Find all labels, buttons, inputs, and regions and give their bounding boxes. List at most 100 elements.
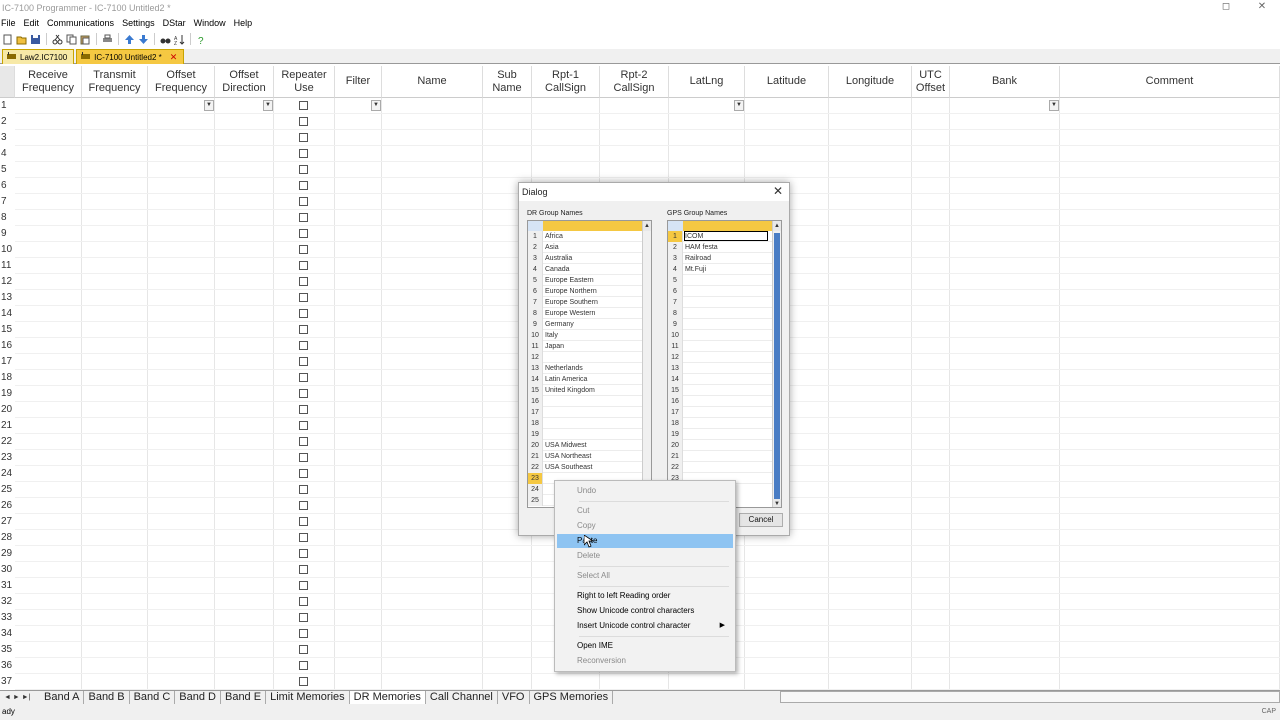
sheet-tab-band-d[interactable]: Band D: [175, 691, 221, 704]
repeater-use-checkbox[interactable]: [299, 421, 308, 430]
column-header[interactable]: Rpt-1 CallSign: [532, 66, 600, 98]
new-icon[interactable]: [2, 34, 13, 45]
column-header[interactable]: Transmit Frequency: [82, 66, 148, 98]
repeater-use-checkbox[interactable]: [299, 357, 308, 366]
column-header[interactable]: Name: [382, 66, 483, 98]
list-item[interactable]: 8: [668, 308, 781, 319]
sheet-tab-band-e[interactable]: Band E: [221, 691, 267, 704]
menu-help[interactable]: Help: [233, 16, 258, 30]
list-item[interactable]: 1 Africa: [528, 231, 651, 242]
list-item[interactable]: 5 Europe Eastern: [528, 275, 651, 286]
sheet-tab-band-a[interactable]: Band A: [40, 691, 85, 704]
repeater-use-checkbox[interactable]: [299, 293, 308, 302]
list-item[interactable]: 2 Asia: [528, 242, 651, 253]
repeater-use-checkbox[interactable]: [299, 309, 308, 318]
close-icon[interactable]: ✕: [773, 184, 783, 198]
horizontal-scrollbar[interactable]: [780, 691, 1280, 703]
repeater-use-checkbox[interactable]: [299, 469, 308, 478]
sheet-tab-limit-memories[interactable]: Limit Memories: [266, 691, 350, 704]
list-item[interactable]: 10: [668, 330, 781, 341]
column-header[interactable]: Rpt-2 CallSign: [600, 66, 669, 98]
restore-icon[interactable]: ◻: [1208, 0, 1244, 16]
help-icon[interactable]: ?: [196, 34, 207, 47]
close-tab-icon[interactable]: ✕: [170, 52, 178, 63]
list-item[interactable]: 5: [668, 275, 781, 286]
chevron-down-icon[interactable]: ▼: [263, 100, 273, 111]
list-item[interactable]: 11: [668, 341, 781, 352]
column-header[interactable]: Repeater Use: [274, 66, 335, 98]
list-item[interactable]: 7: [668, 297, 781, 308]
list-item[interactable]: 8 Europe Western: [528, 308, 651, 319]
list-item[interactable]: 18: [668, 418, 781, 429]
list-item[interactable]: 6 Europe Northern: [528, 286, 651, 297]
chevron-down-icon[interactable]: ▼: [204, 100, 214, 111]
list-item[interactable]: 9: [668, 319, 781, 330]
dr-group-list[interactable]: 1 Africa 2 Asia 3 Australia 4 Canada 5 Europe Eas…: [527, 220, 652, 508]
list-item[interactable]: 12: [668, 352, 781, 363]
save-icon[interactable]: [30, 34, 41, 45]
scroll-down-icon[interactable]: ▼: [773, 499, 781, 507]
list-item[interactable]: 3 Railroad: [668, 253, 781, 264]
list-item[interactable]: 2 HAM festa: [668, 242, 781, 253]
gps-group-list[interactable]: 1 ICOM 2 HAM festa 3 Railroad 4 Mt.Fuji 5 6 7 8 9 10 1…: [667, 220, 782, 508]
move-down-icon[interactable]: [138, 34, 149, 45]
list-item[interactable]: 13: [668, 363, 781, 374]
repeater-use-checkbox[interactable]: [299, 181, 308, 190]
column-header[interactable]: Offset Frequency: [148, 66, 215, 98]
list-item[interactable]: 10 Italy: [528, 330, 651, 341]
list-item[interactable]: 17: [668, 407, 781, 418]
repeater-use-checkbox[interactable]: [299, 149, 308, 158]
list-item[interactable]: 15 United Kingdom: [528, 385, 651, 396]
sheet-nav-arrows[interactable]: ◄ ► ►|: [0, 691, 40, 704]
sheet-tab-vfo[interactable]: VFO: [498, 691, 530, 704]
column-header[interactable]: Filter: [335, 66, 382, 98]
ctx-show-unicode[interactable]: Show Unicode control characters: [557, 604, 733, 618]
chevron-down-icon[interactable]: ▼: [371, 100, 381, 111]
file-tab-untitled2[interactable]: IC-7100 Untitled2 * ✕: [76, 49, 185, 64]
ctx-delete[interactable]: Delete: [557, 549, 733, 563]
gps-list-scrollbar[interactable]: ▲ ▼: [772, 221, 781, 507]
ctx-reconversion[interactable]: Reconversion: [557, 654, 733, 668]
chevron-down-icon[interactable]: ▼: [734, 100, 744, 111]
column-header[interactable]: Receive Frequency: [15, 66, 82, 98]
column-header[interactable]: LatLng: [669, 66, 745, 98]
sheet-tab-band-c[interactable]: Band C: [130, 691, 176, 704]
menu-edit[interactable]: Edit: [23, 16, 45, 30]
list-item[interactable]: 14 Latin America: [528, 374, 651, 385]
repeater-use-checkbox[interactable]: [299, 165, 308, 174]
menu-settings[interactable]: Settings: [121, 16, 160, 30]
repeater-use-checkbox[interactable]: [299, 133, 308, 142]
repeater-use-checkbox[interactable]: [299, 373, 308, 382]
repeater-use-checkbox[interactable]: [299, 485, 308, 494]
repeater-use-checkbox[interactable]: [299, 501, 308, 510]
ctx-copy[interactable]: Copy: [557, 519, 733, 533]
repeater-use-checkbox[interactable]: [299, 389, 308, 398]
list-item[interactable]: 20 USA Midwest: [528, 440, 651, 451]
ctx-open-ime[interactable]: Open IME: [557, 639, 733, 653]
move-up-icon[interactable]: [124, 34, 135, 45]
list-item[interactable]: 20: [668, 440, 781, 451]
list-item[interactable]: 3 Australia: [528, 253, 651, 264]
menu-file[interactable]: File: [0, 16, 21, 30]
repeater-use-checkbox[interactable]: [299, 101, 308, 110]
list-item[interactable]: 22 USA Southeast: [528, 462, 651, 473]
list-item[interactable]: 18: [528, 418, 651, 429]
repeater-use-checkbox[interactable]: [299, 533, 308, 542]
repeater-use-checkbox[interactable]: [299, 117, 308, 126]
repeater-use-checkbox[interactable]: [299, 597, 308, 606]
column-header[interactable]: Offset Direction: [215, 66, 274, 98]
column-header[interactable]: Sub Name: [483, 66, 532, 98]
repeater-use-checkbox[interactable]: [299, 517, 308, 526]
list-item[interactable]: 22: [668, 462, 781, 473]
ctx-undo[interactable]: Undo: [557, 484, 733, 498]
dr-list-scrollbar[interactable]: ▲: [642, 221, 651, 507]
copy-icon[interactable]: [66, 34, 77, 45]
list-item[interactable]: 9 Germany: [528, 319, 651, 330]
repeater-use-checkbox[interactable]: [299, 325, 308, 334]
list-item[interactable]: 4 Canada: [528, 264, 651, 275]
repeater-use-checkbox[interactable]: [299, 677, 308, 686]
close-window-icon[interactable]: ✕: [1244, 0, 1280, 16]
list-item[interactable]: 4 Mt.Fuji: [668, 264, 781, 275]
list-item[interactable]: 13 Netherlands: [528, 363, 651, 374]
sheet-tab-gps-memories[interactable]: GPS Memories: [530, 691, 614, 704]
